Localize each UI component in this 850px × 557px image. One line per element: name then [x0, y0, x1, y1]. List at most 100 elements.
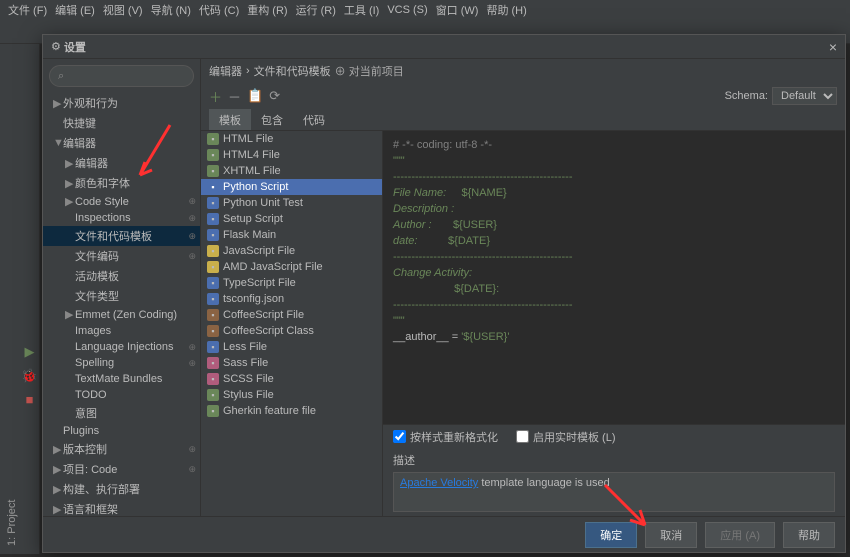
- tree-item[interactable]: Plugins: [43, 423, 200, 439]
- search-input[interactable]: ⌕: [49, 65, 194, 87]
- template-file-item[interactable]: ▪HTML4 File: [201, 147, 382, 163]
- menu-item[interactable]: 运行 (R): [296, 2, 336, 18]
- menu-item[interactable]: VCS (S): [387, 4, 427, 16]
- template-file-item[interactable]: ▪Setup Script: [201, 211, 382, 227]
- template-file-item[interactable]: ▪Sass File: [201, 355, 382, 371]
- template-subtabs[interactable]: 模板 包含 代码: [201, 109, 845, 131]
- menu-item[interactable]: 代码 (C): [199, 2, 239, 18]
- tab-templates[interactable]: 模板: [209, 109, 251, 130]
- tree-item[interactable]: ▶颜色和字体: [43, 173, 200, 193]
- tree-item[interactable]: 活动模板: [43, 266, 200, 286]
- template-file-item[interactable]: ▪Stylus File: [201, 387, 382, 403]
- tree-item[interactable]: 文件编码⊕: [43, 246, 200, 266]
- tree-item[interactable]: 快捷键: [43, 113, 200, 133]
- tree-item[interactable]: ▶语言和框架: [43, 499, 200, 516]
- project-scope-icon: ⊕: [188, 213, 196, 224]
- expand-arrow-icon: ▶: [53, 443, 63, 456]
- debug-icon[interactable]: 🐞: [21, 368, 37, 384]
- cancel-button[interactable]: 取消: [645, 522, 697, 548]
- template-file-item[interactable]: ▪Python Unit Test: [201, 195, 382, 211]
- menu-item[interactable]: 帮助 (H): [486, 2, 526, 18]
- refresh-icon[interactable]: ⟳: [269, 88, 280, 104]
- menu-item[interactable]: 编辑 (E): [55, 2, 95, 18]
- remove-icon[interactable]: －: [228, 87, 241, 106]
- tree-item[interactable]: ▶版本控制 ⊕: [43, 439, 200, 459]
- tree-item[interactable]: Inspections ⊕: [43, 210, 200, 226]
- add-icon[interactable]: ＋: [209, 87, 222, 106]
- template-file-list[interactable]: ▪HTML File▪HTML4 File▪XHTML File▪Python …: [201, 131, 383, 516]
- tree-item-label: 语言和框架: [63, 501, 118, 516]
- file-type-icon: ▪: [207, 309, 219, 321]
- tab-includes[interactable]: 包含: [251, 109, 293, 130]
- menu-item[interactable]: 工具 (I): [344, 2, 379, 18]
- template-file-item[interactable]: ▪Python Script: [201, 179, 382, 195]
- schema-select[interactable]: Default: [772, 87, 837, 105]
- tree-item[interactable]: ▶Emmet (Zen Coding): [43, 306, 200, 323]
- template-file-item[interactable]: ▪TypeScript File: [201, 275, 382, 291]
- description-text: template language is used: [478, 477, 609, 489]
- settings-dialog: ⚙ 设置 × ⌕ ▶外观和行为快捷键▼编辑器▶编辑器▶颜色和字体▶Code St…: [42, 34, 846, 553]
- run-icon[interactable]: ▶: [25, 344, 35, 360]
- template-editor[interactable]: # -*- coding: utf-8 -*- """ ------------…: [383, 131, 845, 424]
- template-file-item[interactable]: ▪CoffeeScript Class: [201, 323, 382, 339]
- tree-item-label: Inspections: [75, 212, 131, 224]
- velocity-link[interactable]: Apache Velocity: [400, 477, 478, 489]
- copy-icon[interactable]: 📋: [247, 88, 263, 104]
- tree-item[interactable]: 意图: [43, 403, 200, 423]
- template-file-item[interactable]: ▪SCSS File: [201, 371, 382, 387]
- reformat-checkbox[interactable]: 按样式重新格式化: [393, 429, 498, 445]
- template-file-item[interactable]: ▪AMD JavaScript File: [201, 259, 382, 275]
- main-menubar[interactable]: 文件 (F) 编辑 (E) 视图 (V) 导航 (N) 代码 (C) 重构 (R) 运行 (…: [0, 0, 850, 20]
- live-template-checkbox[interactable]: 启用实时模板 (L): [516, 429, 616, 445]
- menu-item[interactable]: 视图 (V): [103, 2, 143, 18]
- tree-item[interactable]: ▶外观和行为: [43, 93, 200, 113]
- template-file-item[interactable]: ▪HTML File: [201, 131, 382, 147]
- template-file-item[interactable]: ▪XHTML File: [201, 163, 382, 179]
- template-file-item[interactable]: ▪tsconfig.json: [201, 291, 382, 307]
- tree-item[interactable]: ▶项目: Code⊕: [43, 459, 200, 479]
- tree-item[interactable]: Spelling⊕: [43, 355, 200, 371]
- tree-item[interactable]: ▶编辑器: [43, 153, 200, 173]
- expand-arrow-icon: ▶: [65, 157, 75, 170]
- code-line: ----------------------------------------…: [393, 171, 573, 183]
- file-item-label: XHTML File: [223, 165, 281, 177]
- apply-button[interactable]: 应用 (A): [705, 522, 775, 548]
- template-file-item[interactable]: ▪Less File: [201, 339, 382, 355]
- ok-button[interactable]: 确定: [585, 522, 637, 548]
- code-line: ${DATE}:: [454, 283, 499, 295]
- template-file-item[interactable]: ▪Gherkin feature file: [201, 403, 382, 419]
- tree-item[interactable]: Language Injections⊕: [43, 339, 200, 355]
- side-tool-tabs[interactable]: 1: Project2: Structure2: Favorites: [0, 44, 20, 554]
- menu-item[interactable]: 导航 (N): [151, 2, 191, 18]
- close-icon[interactable]: ×: [829, 39, 837, 55]
- menu-item[interactable]: 窗口 (W): [436, 2, 479, 18]
- stop-icon[interactable]: ■: [26, 392, 34, 407]
- file-item-label: Less File: [223, 341, 267, 353]
- tree-item[interactable]: ▶构建、执行部署: [43, 479, 200, 499]
- project-scope-icon: ⊕: [188, 444, 196, 455]
- file-type-icon: ▪: [207, 229, 219, 241]
- project-scope-icon: ⊕: [188, 342, 196, 353]
- side-tab[interactable]: 2: Structure: [0, 44, 4, 554]
- tab-code[interactable]: 代码: [293, 109, 335, 130]
- side-tab[interactable]: 1: Project: [4, 44, 20, 554]
- settings-tree[interactable]: ▶外观和行为快捷键▼编辑器▶编辑器▶颜色和字体▶Code Style⊕Inspe…: [43, 93, 200, 516]
- tree-item[interactable]: TODO: [43, 387, 200, 403]
- tree-item[interactable]: ▶Code Style⊕: [43, 193, 200, 210]
- template-file-item[interactable]: ▪Flask Main: [201, 227, 382, 243]
- search-icon: ⌕: [58, 70, 64, 83]
- tree-item-label: 版本控制: [63, 441, 107, 457]
- menu-item[interactable]: 文件 (F): [8, 2, 47, 18]
- tree-item[interactable]: 文件类型: [43, 286, 200, 306]
- menu-item[interactable]: 重构 (R): [247, 2, 287, 18]
- tree-item[interactable]: 文件和代码模板⊕: [43, 226, 200, 246]
- dialog-footer: 确定 取消 应用 (A) 帮助: [43, 516, 845, 552]
- template-file-item[interactable]: ▪CoffeeScript File: [201, 307, 382, 323]
- help-button[interactable]: 帮助: [783, 522, 835, 548]
- template-file-item[interactable]: ▪JavaScript File: [201, 243, 382, 259]
- breadcrumb-part: 文件和代码模板: [254, 63, 331, 79]
- tree-item[interactable]: TextMate Bundles: [43, 371, 200, 387]
- tree-item[interactable]: Images: [43, 323, 200, 339]
- tree-item[interactable]: ▼编辑器: [43, 133, 200, 153]
- code-line: ----------------------------------------…: [393, 251, 573, 263]
